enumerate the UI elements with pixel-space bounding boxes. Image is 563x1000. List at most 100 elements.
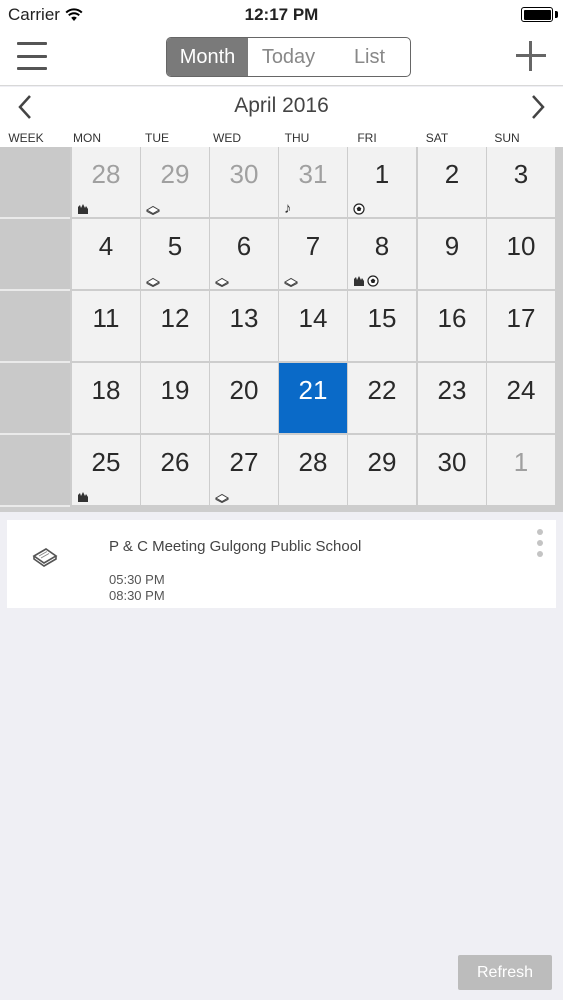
day-number: 31 (298, 159, 328, 189)
book-icon (146, 277, 160, 287)
day-cell[interactable]: 19 (141, 363, 209, 433)
day-number: 10 (506, 231, 536, 261)
day-cell[interactable]: 14 (279, 291, 347, 361)
day-cell[interactable]: 7 (279, 219, 347, 289)
day-cell[interactable]: 29 (141, 147, 209, 217)
day-cell[interactable]: 26 (141, 435, 209, 505)
day-cell[interactable]: 3 (487, 147, 555, 217)
day-cell[interactable]: 2 (418, 147, 486, 217)
segment-month[interactable]: Month (167, 38, 248, 76)
day-number: 3 (513, 159, 529, 189)
segment-today[interactable]: Today (248, 38, 329, 76)
badge-icon (354, 276, 364, 286)
soccer-ball-icon (353, 203, 365, 215)
weekday-label: TUE (145, 131, 169, 145)
day-cell[interactable]: 8 (348, 219, 416, 289)
day-number: 14 (298, 303, 328, 333)
calendar-grid: 28 29 30 31 ♪ 1 2 3 4 5 6 7 8 9 10 11 12 13 14 15 16 17 18 19 20… (0, 147, 563, 512)
day-cell[interactable]: 23 (418, 363, 486, 433)
day-cell[interactable]: 28 (279, 435, 347, 505)
status-bar: Carrier 12:17 PM (0, 0, 563, 30)
segment-list[interactable]: List (329, 38, 410, 76)
weekday-label: MON (73, 131, 101, 145)
day-cell[interactable]: 29 (348, 435, 416, 505)
weekday-label: THU (284, 131, 310, 145)
day-number: 29 (367, 447, 397, 477)
week-number-cell[interactable] (0, 219, 70, 291)
weekday-header: WEEK MON TUE WED THU FRI SAT SUN (0, 127, 563, 147)
refresh-button[interactable]: Refresh (458, 955, 552, 990)
day-number: 26 (160, 447, 190, 477)
week-number-cell[interactable] (0, 147, 70, 219)
day-cell[interactable]: 22 (348, 363, 416, 433)
weekday-label: WEEK (8, 131, 44, 145)
day-number: 30 (229, 159, 259, 189)
plus-icon[interactable] (516, 41, 546, 71)
week-number-cell[interactable] (0, 363, 70, 435)
weekday-label: WED (213, 131, 241, 145)
day-cell[interactable]: 1 (348, 147, 416, 217)
day-cell[interactable]: 6 (210, 219, 278, 289)
chevron-right-icon[interactable] (525, 94, 549, 120)
day-number: 12 (160, 303, 190, 333)
day-number: 11 (92, 303, 120, 333)
day-cell[interactable]: 27 (210, 435, 278, 505)
day-cell[interactable]: 16 (418, 291, 486, 361)
more-vertical-icon[interactable] (536, 529, 544, 557)
day-cell[interactable]: 11 (72, 291, 140, 361)
event-end-time: 08:30 PM (109, 588, 165, 603)
day-cell[interactable]: 12 (141, 291, 209, 361)
battery-tip (555, 11, 558, 18)
hamburger-icon[interactable] (17, 42, 47, 70)
day-cell[interactable]: 13 (210, 291, 278, 361)
day-number: 19 (160, 375, 190, 405)
day-cell-selected[interactable]: 21 (279, 363, 347, 433)
week-number-cell[interactable] (0, 435, 70, 507)
day-number: 9 (444, 231, 460, 261)
day-number: 25 (91, 447, 121, 477)
day-cell[interactable]: 28 (72, 147, 140, 217)
day-number: 29 (160, 159, 190, 189)
day-cell[interactable]: 20 (210, 363, 278, 433)
event-icons (77, 491, 89, 503)
soccer-ball-icon (367, 275, 379, 287)
day-cell[interactable]: 24 (487, 363, 555, 433)
day-number: 27 (229, 447, 259, 477)
day-number: 17 (506, 303, 536, 333)
day-cell[interactable]: 18 (72, 363, 140, 433)
day-number: 13 (229, 303, 259, 333)
month-header: April 2016 (0, 87, 563, 127)
day-number: 18 (91, 375, 121, 405)
event-icons (215, 493, 229, 503)
day-number: 24 (506, 375, 536, 405)
day-number: 20 (229, 375, 259, 405)
event-icons (215, 277, 229, 287)
day-cell[interactable]: 25 (72, 435, 140, 505)
event-icons (353, 275, 379, 287)
day-cell[interactable]: 30 (418, 435, 486, 505)
badge-icon (78, 204, 88, 214)
day-cell[interactable]: 9 (418, 219, 486, 289)
day-number: 21 (298, 375, 328, 405)
day-cell[interactable]: 5 (141, 219, 209, 289)
event-icons: ♪ (284, 201, 292, 216)
day-cell[interactable]: 4 (72, 219, 140, 289)
event-icons (146, 205, 160, 215)
month-title: April 2016 (234, 94, 329, 117)
day-number: 4 (98, 231, 114, 261)
event-card[interactable]: P & C Meeting Gulgong Public School 05:3… (7, 520, 556, 608)
day-cell[interactable]: 30 (210, 147, 278, 217)
day-number: 7 (305, 231, 321, 261)
weekday-label: FRI (357, 131, 377, 145)
day-number: 1 (513, 447, 529, 477)
book-icon (284, 277, 298, 287)
day-cell[interactable]: 1 (487, 435, 555, 505)
day-cell[interactable]: 10 (487, 219, 555, 289)
week-number-cell[interactable] (0, 291, 70, 363)
day-cell[interactable]: 31 ♪ (279, 147, 347, 217)
day-cell[interactable]: 17 (487, 291, 555, 361)
book-icon (32, 548, 58, 567)
view-segmented-control: Month Today List (166, 37, 411, 77)
day-cell[interactable]: 15 (348, 291, 416, 361)
event-icons (284, 277, 298, 287)
